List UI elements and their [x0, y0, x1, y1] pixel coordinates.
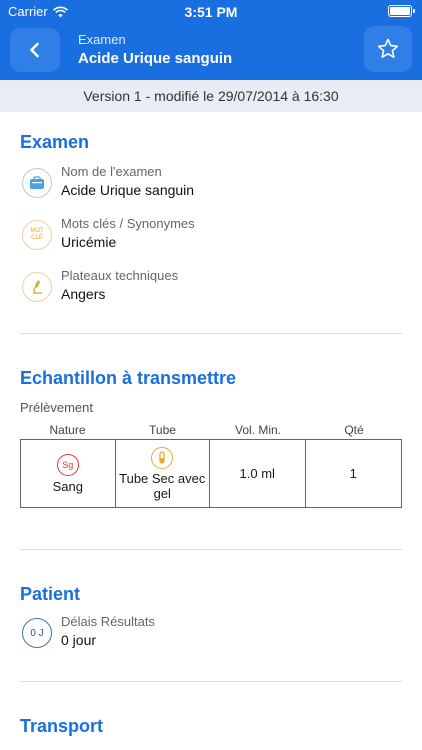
briefcase-icon	[22, 168, 52, 198]
divider	[20, 549, 402, 550]
clock: 3:51 PM	[184, 4, 238, 20]
navigation-header: Carrier 3:51 PM Examen Acide Urique sang…	[0, 0, 422, 80]
item-mots-cles: MOT CLÉ Mots clés / Synonymes Uricémie	[22, 216, 402, 260]
battery-icon	[388, 5, 415, 17]
status-bar: Carrier 3:51 PM	[0, 0, 422, 24]
prelevement-label: Prélèvement	[20, 400, 93, 415]
item-value: Acide Urique sanguin	[61, 182, 195, 198]
item-value: Uricémie	[61, 234, 117, 250]
header-titles: Examen Acide Urique sanguin	[78, 32, 232, 67]
qte-cell: 1	[306, 440, 402, 507]
nature-value: Sang	[52, 478, 83, 494]
divider	[20, 333, 402, 334]
item-label: Délais Résultats	[61, 614, 155, 629]
item-value: 0 jour	[61, 632, 97, 648]
microscope-icon	[22, 272, 52, 302]
section-title-echantillon: Echantillon à transmettre	[20, 368, 237, 388]
item-plateaux: Plateaux techniques Angers	[22, 268, 402, 312]
header-title: Acide Urique sanguin	[78, 50, 233, 67]
column-header: Tube	[149, 423, 176, 437]
back-button[interactable]	[10, 28, 60, 72]
table-row: Sg Sang Tube Sec avec gel 1.0 ml 1	[20, 439, 402, 508]
header-subtitle: Examen	[78, 32, 126, 47]
tube-value: Tube Sec avec gel	[119, 470, 206, 501]
item-label: Nom de l'examen	[61, 164, 162, 179]
blood-sample-icon: Sg	[56, 453, 79, 476]
section-title-examen: Examen	[20, 132, 90, 152]
table-header: Nature Tube Vol. Min. Qté	[20, 423, 402, 437]
item-label: Plateaux techniques	[61, 268, 179, 283]
item-nom-examen: Nom de l'examen Acide Urique sanguin	[22, 164, 402, 208]
divider	[20, 681, 402, 682]
item-delais-resultats: 0 J Délais Résultats 0 jour	[22, 614, 402, 658]
column-header: Nature	[49, 423, 86, 437]
favorite-button[interactable]	[364, 26, 412, 72]
delay-icon: 0 J	[22, 618, 52, 648]
column-header: Qté	[344, 423, 364, 437]
column-header: Vol. Min.	[234, 423, 282, 437]
item-label: Mots clés / Synonymes	[61, 216, 195, 231]
nature-cell: Sg Sang	[21, 440, 116, 507]
vol-min-value: 1.0 ml	[239, 466, 275, 481]
qte-value: 1	[349, 466, 357, 481]
item-value: Angers	[61, 286, 106, 302]
keyword-icon: MOT CLÉ	[22, 220, 52, 250]
section-title-patient: Patient	[20, 584, 81, 604]
version-bar: Version 1 - modifié le 29/07/2014 à 16:3…	[0, 80, 422, 112]
vol-min-cell: 1.0 ml	[210, 440, 306, 507]
test-tube-icon	[151, 446, 174, 469]
chevron-left-icon	[30, 42, 39, 58]
star-icon	[377, 38, 399, 58]
tube-cell: Tube Sec avec gel	[116, 440, 210, 507]
section-title-transport: Transport	[20, 716, 104, 736]
